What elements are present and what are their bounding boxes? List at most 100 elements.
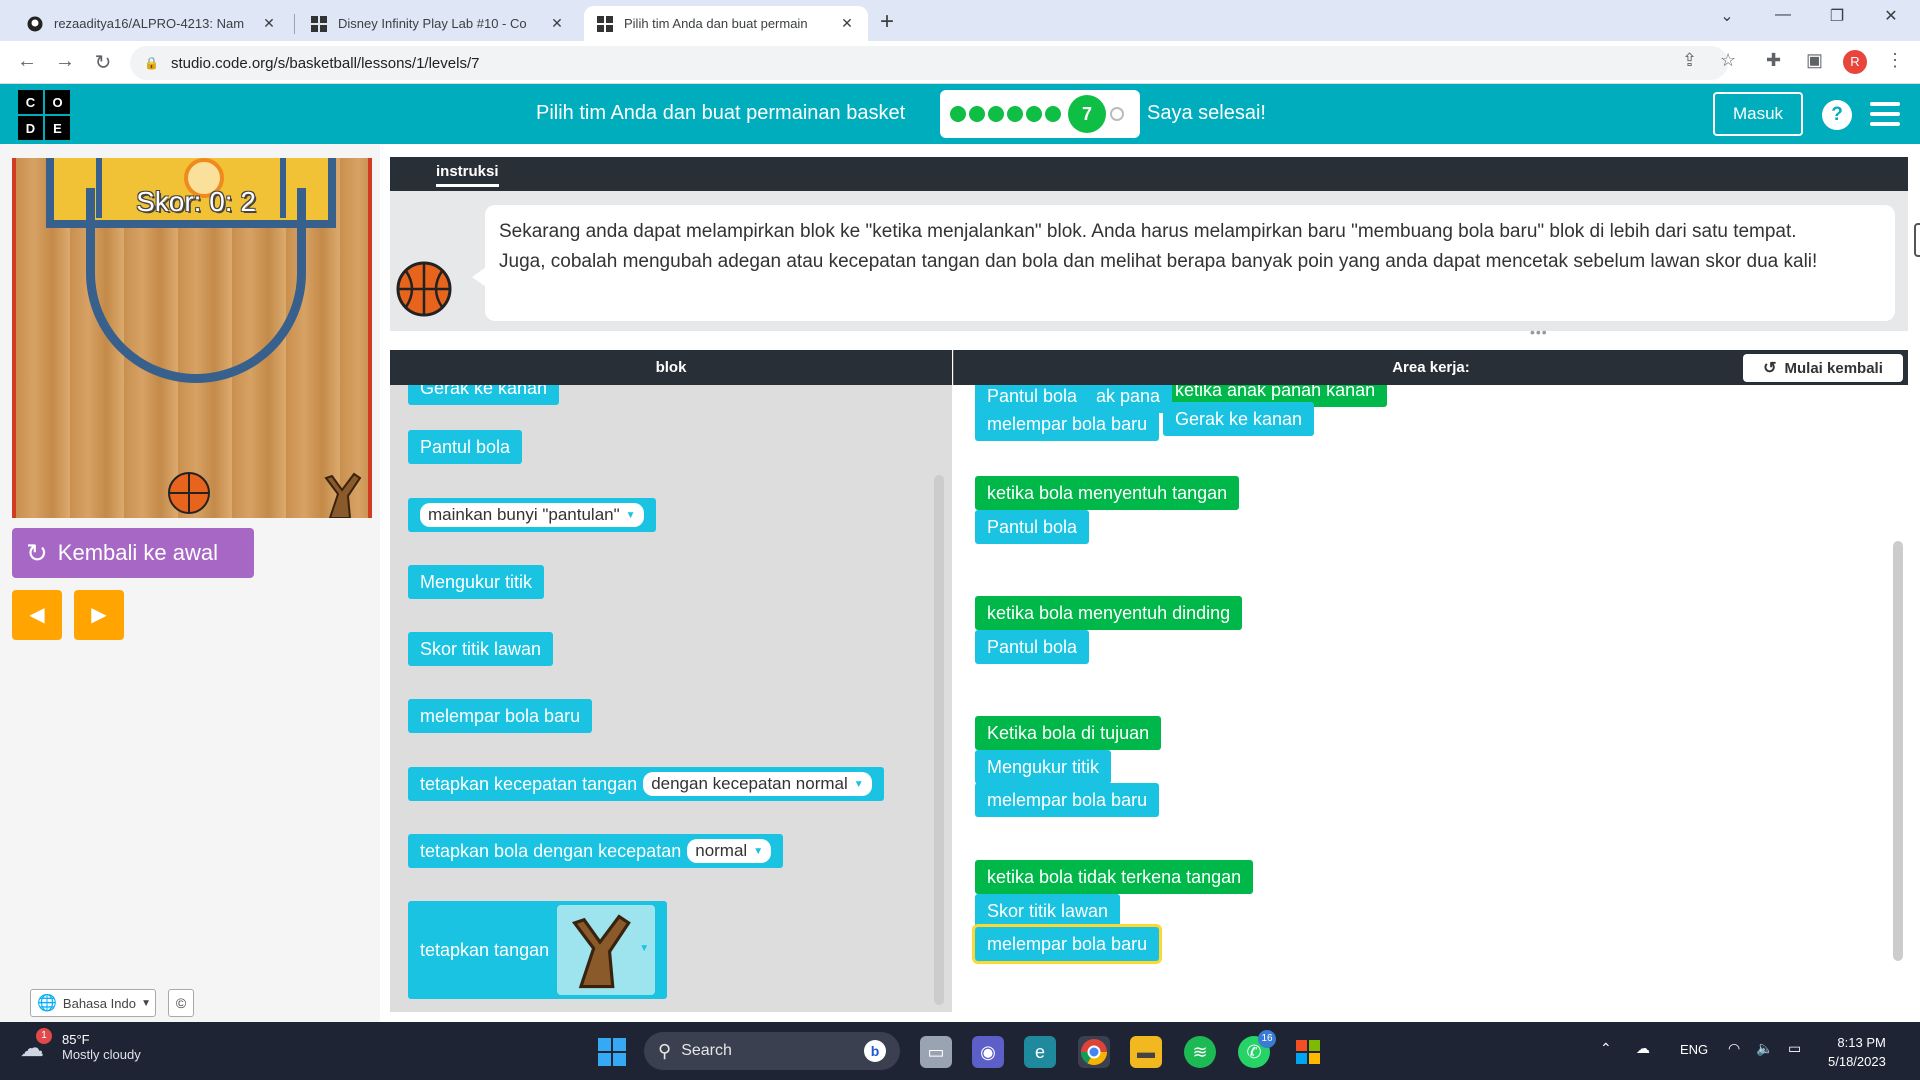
tab-disney-play-lab[interactable]: Disney Infinity Play Lab #10 - Co ✕ [298, 6, 578, 41]
onedrive-icon[interactable]: ☁ [1636, 1040, 1650, 1057]
workspace-scrollbar[interactable] [1893, 541, 1903, 961]
level-dot-3[interactable] [988, 106, 1004, 122]
reset-button[interactable]: ↻ Kembali ke awal [12, 528, 254, 578]
workspace-block-launch-new-ball-selected[interactable]: melempar bola baru [975, 927, 1160, 961]
workspace-block-opponent-score[interactable]: Skor titik lawan [975, 894, 1121, 928]
side-panel-icon[interactable]: ▣ [1806, 50, 1823, 71]
bookmark-star-icon[interactable]: ☆ [1720, 50, 1736, 71]
toolbox-block-opponent-score[interactable]: Skor titik lawan [408, 632, 554, 666]
workspace-block-move-right[interactable]: Gerak ke kanan [1163, 402, 1315, 436]
level-dot-1[interactable] [950, 106, 966, 122]
wifi-icon[interactable]: ◠ [1728, 1040, 1740, 1057]
event-block-ball-misses-hand[interactable]: ketika bola tidak terkena tangan [975, 860, 1254, 894]
windows-start-icon[interactable] [598, 1038, 626, 1066]
teams-icon[interactable]: ◉ [972, 1036, 1004, 1068]
ball-speed-dropdown[interactable]: normal ▼ [687, 839, 772, 863]
speech-bubble-tail [472, 267, 486, 287]
help-icon[interactable]: ? [1822, 100, 1852, 130]
edge-icon[interactable]: e [1024, 1036, 1056, 1068]
windows-taskbar: ☁ 1 85°F Mostly cloudy ⚲ Search b ▭ ◉ e … [0, 1022, 1920, 1080]
start-over-button[interactable]: ↺ Mulai kembali [1743, 354, 1903, 382]
level-dot-6[interactable] [1045, 106, 1061, 122]
game-court[interactable]: Skor: 0: 2 [12, 158, 372, 518]
url-field[interactable]: 🔒 studio.code.org/s/basketball/lessons/1… [130, 46, 1728, 80]
hand-speed-dropdown[interactable]: dengan kecepatan normal ▼ [643, 772, 872, 796]
toolbox-block-score-point[interactable]: Mengukur titik [408, 565, 545, 599]
toolbox-block-set-ball-speed[interactable]: tetapkan bola dengan kecepatan normal ▼ [408, 834, 784, 868]
toolbox-block-play-sound[interactable]: mainkan bunyi "pantulan" ▼ [408, 498, 656, 532]
undo-icon: ↺ [1763, 360, 1777, 377]
new-tab-button[interactable]: + [880, 8, 894, 36]
block-toolbox: Gerak ke kanan Pantul bola mainkan bunyi… [390, 385, 952, 1012]
tab-github[interactable]: rezaaditya16/ALPRO-4213: Nam ✕ [14, 6, 290, 41]
language-indicator[interactable]: ENG [1680, 1042, 1708, 1057]
spotify-icon[interactable]: ≋ [1184, 1036, 1216, 1068]
workspace-block-bounce[interactable]: Pantul bola [975, 510, 1090, 544]
code-org-icon [310, 15, 328, 33]
language-select[interactable]: 🌐 Bahasa Indo ▼ [30, 989, 156, 1017]
tab-search-icon[interactable]: ⌄ [1704, 6, 1750, 26]
store-icon[interactable] [1292, 1036, 1324, 1068]
level-dot-2[interactable] [969, 106, 985, 122]
tray-chevron-icon[interactable]: ⌃ [1600, 1040, 1612, 1057]
close-window-icon[interactable]: ✕ [1868, 6, 1914, 26]
browser-menu-icon[interactable]: ⋮ [1886, 50, 1904, 71]
level-dot-5[interactable] [1026, 106, 1042, 122]
event-block-ball-hits-hand[interactable]: ketika bola menyentuh tangan [975, 476, 1240, 510]
close-icon[interactable]: ✕ [548, 15, 566, 32]
profile-avatar[interactable]: R [1843, 50, 1867, 74]
minimize-icon[interactable]: — [1760, 6, 1806, 24]
level-dot-8[interactable] [1110, 107, 1124, 121]
system-clock[interactable]: 8:13 PM 5/18/2023 [1828, 1033, 1886, 1071]
reload-icon[interactable]: ↻ [90, 50, 116, 75]
current-level-bubble[interactable]: 7 [1068, 95, 1106, 133]
copyright-button[interactable]: © [168, 989, 194, 1017]
block-label: tetapkan kecepatan tangan [420, 773, 638, 794]
step-forward-button[interactable]: ▶ [74, 590, 124, 640]
step-back-button[interactable]: ◀ [12, 590, 62, 640]
toolbox-block-set-hand-speed[interactable]: tetapkan kecepatan tangan dengan kecepat… [408, 767, 884, 801]
forward-icon[interactable]: → [52, 50, 78, 73]
sound-dropdown[interactable]: mainkan bunyi "pantulan" ▼ [420, 503, 644, 527]
resize-handle[interactable]: ••• [1530, 324, 1560, 340]
finished-link[interactable]: Saya selesai! [1147, 102, 1266, 125]
event-block-ball-hits-wall[interactable]: ketika bola menyentuh dinding [975, 596, 1243, 630]
close-icon[interactable]: ✕ [260, 15, 278, 32]
toolbox-block-set-hand[interactable]: tetapkan tangan ▼ [408, 901, 668, 999]
hand-picker-dropdown[interactable]: ▼ [557, 905, 656, 995]
workspace-canvas[interactable]: ketika anak panah kanan Gerak ke kanan a… [953, 385, 1908, 1012]
whatsapp-icon[interactable]: ✆ 16 [1238, 1030, 1276, 1068]
workspace-block-score-point[interactable]: Mengukur titik [975, 750, 1112, 784]
reset-icon: ↻ [26, 537, 48, 568]
tab-instructions[interactable]: instruksi [436, 163, 499, 187]
level-dot-4[interactable] [1007, 106, 1023, 122]
toolbox-scrollbar[interactable] [934, 475, 944, 1005]
hamburger-menu-icon[interactable] [1870, 102, 1900, 126]
workspace-block-launch-new-ball[interactable]: melempar bola baru [975, 783, 1160, 817]
workspace-block-launch-new-ball[interactable]: melempar bola baru [975, 407, 1160, 441]
share-icon[interactable]: ⇪ [1682, 50, 1697, 71]
file-manager-icon[interactable]: ▭ [920, 1036, 952, 1068]
volume-icon[interactable]: 🔈 [1756, 1040, 1773, 1057]
back-icon[interactable]: ← [14, 50, 40, 73]
login-button[interactable]: Masuk [1713, 92, 1803, 136]
read-aloud-icon[interactable]: 🔈 [1914, 223, 1920, 257]
bing-icon[interactable]: b [864, 1040, 886, 1062]
whatsapp-badge: 16 [1258, 1030, 1276, 1048]
tab-current-level[interactable]: Pilih tim Anda dan buat permain ✕ [584, 6, 868, 41]
folder-icon[interactable]: ▬ [1130, 1036, 1162, 1068]
basketball-avatar-icon [396, 261, 452, 317]
weather-widget[interactable]: ☁ 1 85°F Mostly cloudy [20, 1028, 141, 1062]
toolbox-block-move-right[interactable]: Gerak ke kanan [408, 385, 560, 405]
event-block-ball-in-goal[interactable]: Ketika bola di tujuan [975, 716, 1162, 750]
restore-icon[interactable]: ❐ [1814, 6, 1860, 26]
extensions-icon[interactable]: ✚ [1766, 50, 1781, 71]
toolbox-block-bounce[interactable]: Pantul bola [408, 430, 523, 464]
chrome-icon[interactable] [1078, 1036, 1110, 1068]
close-icon[interactable]: ✕ [838, 15, 856, 32]
workspace-block-bounce[interactable]: Pantul bola [975, 630, 1090, 664]
taskbar-search[interactable]: ⚲ Search b [644, 1032, 900, 1070]
code-org-logo[interactable]: C O D E [18, 90, 70, 140]
toolbox-block-launch-new-ball[interactable]: melempar bola baru [408, 699, 593, 733]
battery-icon[interactable]: ▭ [1788, 1040, 1801, 1057]
